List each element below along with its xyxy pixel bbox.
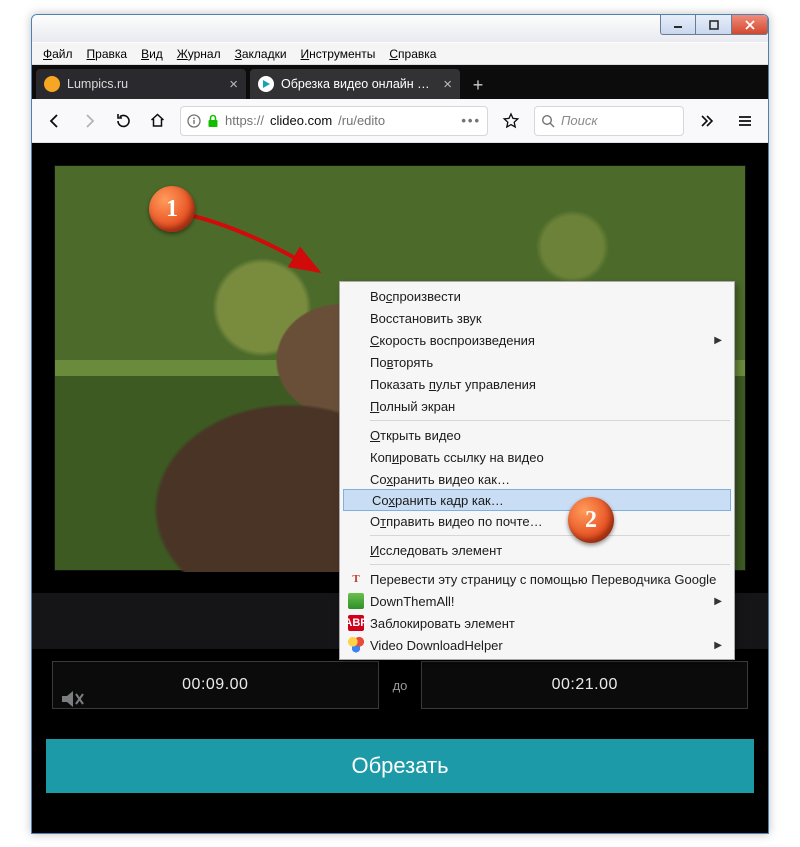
menu-file[interactable]: Файл [36,45,80,63]
tab-lumpics[interactable]: Lumpics.ru × [36,69,246,99]
ctx-item[interactable]: Video DownloadHelper ▶ [342,634,732,656]
ctx-label: Отправить видео по почте… [370,514,543,529]
url-scheme: https:// [225,113,264,128]
url-path: /ru/edito [338,113,385,128]
url-host: clideo.com [270,113,332,128]
submenu-arrow-icon: ▶ [714,640,722,651]
ctx-item[interactable]: Воспроизвести [342,285,732,307]
ctx-item[interactable]: Сохранить кадр как… [343,489,731,511]
ctx-label: DownThemAll! [370,594,455,609]
ctx-label: Исследовать элемент [370,543,502,558]
ctx-item[interactable]: T Перевести эту страницу с помощью Перево… [342,568,732,590]
tab-strip: Lumpics.ru × Обрезка видео онлайн — Обр … [32,65,768,99]
ctx-item[interactable]: Исследовать элемент [342,539,732,561]
tab-title: Обрезка видео онлайн — Обр [281,77,437,91]
ctx-label: Video DownloadHelper [370,638,503,653]
tab-close-icon[interactable]: × [443,77,452,92]
back-button[interactable] [40,106,70,136]
ctx-label: Перевести эту страницу с помощью Перевод… [370,572,716,587]
search-placeholder: Поиск [561,113,598,128]
menu-help[interactable]: Справка [382,45,443,63]
ctx-label: Полный экран [370,399,455,414]
reload-button[interactable] [108,106,138,136]
ctx-label: Восстановить звук [370,311,482,326]
action-bar: Обрезать [32,721,768,809]
dta-icon [348,593,364,609]
ctx-item[interactable]: Отправить видео по почте… [342,510,732,532]
context-menu: Воспроизвести Восстановить звук Скорость в… [339,281,735,660]
favicon-lumpics [44,76,60,92]
ctx-label: Открыть видео [370,428,461,443]
ctx-item[interactable]: Сохранить видео как… [342,468,732,490]
menu-edit[interactable]: Правка [80,45,135,63]
tab-clideo[interactable]: Обрезка видео онлайн — Обр × [250,69,460,99]
forward-button[interactable] [74,106,104,136]
cut-button[interactable]: Обрезать [46,739,754,793]
minimize-button[interactable] [660,15,696,35]
menu-tools[interactable]: Инструменты [294,45,383,63]
ctx-item[interactable]: Полный экран [342,395,732,417]
ctx-label: Скорость воспроизведения [370,333,535,348]
favicon-clideo [258,76,274,92]
menu-bar: Файл Правка Вид Журнал Закладки Инструме… [32,43,768,65]
ctx-item[interactable]: Открыть видео [342,424,732,446]
hamburger-menu-button[interactable] [730,106,760,136]
search-icon [541,114,555,128]
menu-view[interactable]: Вид [134,45,170,63]
ctx-label: Сохранить кадр как… [372,493,504,508]
lock-icon [207,114,219,128]
ctx-label: Заблокировать элемент [370,616,515,631]
ctx-label: Копировать ссылку на видео [370,450,544,465]
nav-bar: https:// clideo.com/ru/edito ••• Поиск [32,99,768,143]
window-titlebar [32,15,768,43]
close-button[interactable] [732,15,768,35]
menu-bookmarks[interactable]: Закладки [228,45,294,63]
mute-icon[interactable] [58,685,88,715]
submenu-arrow-icon: ▶ [714,335,722,346]
ctx-item[interactable]: ABP Заблокировать элемент [342,612,732,634]
ctx-item[interactable]: Повторять [342,351,732,373]
ctx-item[interactable]: Скорость воспроизведения ▶ [342,329,732,351]
info-icon [187,114,201,128]
maximize-button[interactable] [696,15,732,35]
abp-icon: ABP [348,615,364,631]
tab-title: Lumpics.ru [67,77,223,91]
overflow-button[interactable] [692,106,722,136]
new-tab-button[interactable]: + [464,71,492,99]
t-icon: T [348,571,364,587]
search-box[interactable]: Поиск [534,106,684,136]
annotation-badge-1: 1 [149,186,195,232]
menu-history[interactable]: Журнал [170,45,228,63]
ctx-label: Воспроизвести [370,289,461,304]
ctx-item[interactable]: Показать пульт управления [342,373,732,395]
time-to-input[interactable]: 00:21.00 [421,661,748,709]
ctx-item[interactable]: DownThemAll! ▶ [342,590,732,612]
tab-close-icon[interactable]: × [229,77,238,92]
time-from-input[interactable]: 00:09.00 [52,661,379,709]
ctx-label: Показать пульт управления [370,377,536,392]
ctx-label: Сохранить видео как… [370,472,510,487]
ctx-item[interactable]: Восстановить звук [342,307,732,329]
window-controls [660,15,768,42]
ctx-label: Повторять [370,355,433,370]
bookmark-star-button[interactable] [496,106,526,136]
vdh-icon [348,637,364,653]
time-to-label: до [393,678,408,693]
ctx-item[interactable]: Копировать ссылку на видео [342,446,732,468]
url-bar[interactable]: https:// clideo.com/ru/edito ••• [180,106,488,136]
home-button[interactable] [142,106,172,136]
annotation-badge-2: 2 [568,497,614,543]
page-actions-icon[interactable]: ••• [461,113,481,128]
submenu-arrow-icon: ▶ [714,596,722,607]
